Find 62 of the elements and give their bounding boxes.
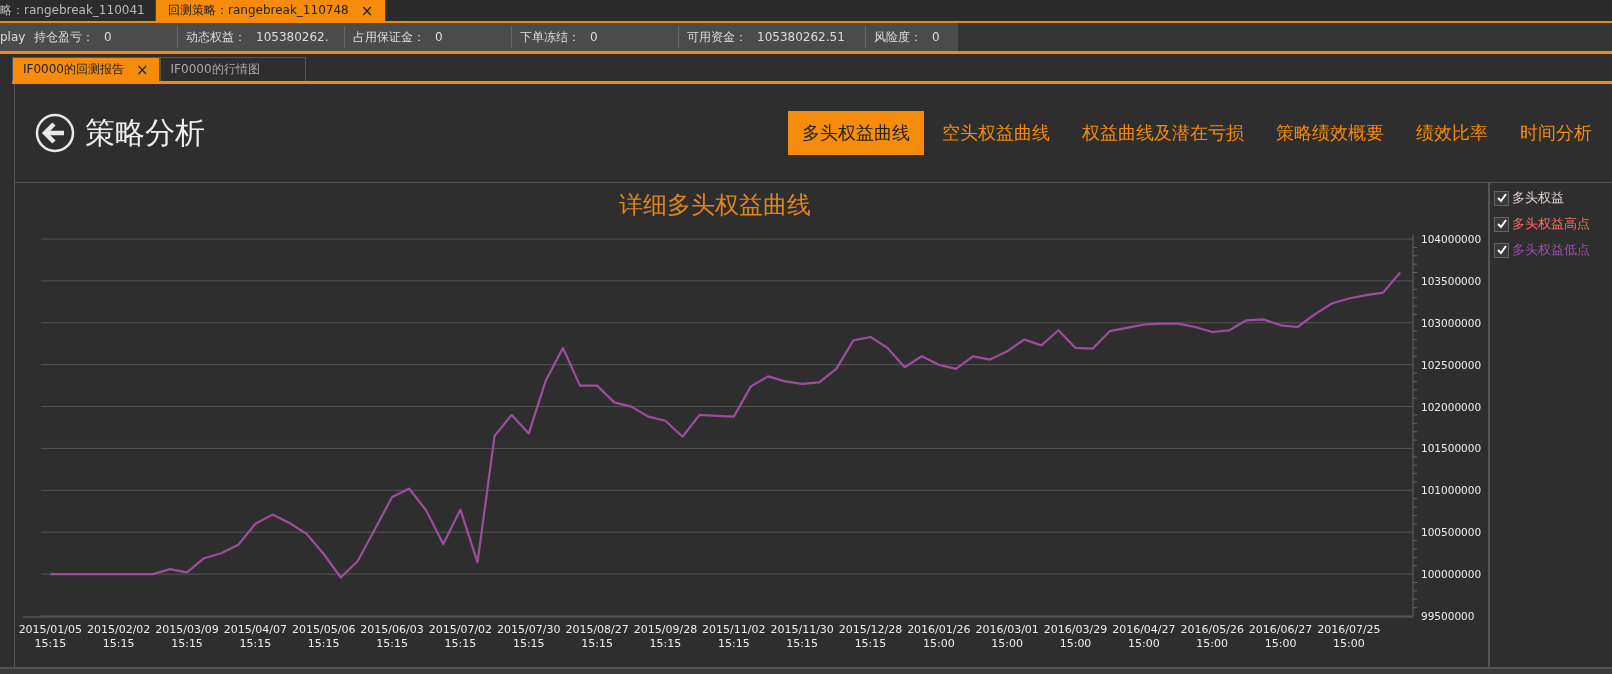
- field-value: 0: [932, 30, 940, 45]
- document-tab[interactable]: IF0000的行情图: [159, 57, 306, 82]
- field-label: 可用资金：: [687, 28, 747, 46]
- x-tick-label: 2015/07/02 15:15: [428, 623, 493, 651]
- analysis-tab[interactable]: 空头权益曲线: [928, 111, 1064, 156]
- x-tick-label: 2015/06/03 15:15: [360, 623, 424, 651]
- x-tick-label: 2016/05/26 15:00: [1180, 623, 1244, 651]
- y-tick-label: 101500000: [1421, 442, 1482, 455]
- page-title: 策略分析: [85, 113, 205, 152]
- field-label: 持仓盈亏：: [34, 28, 94, 46]
- checkbox[interactable]: [1494, 242, 1509, 258]
- x-tick-label: 2016/01/26 15:00: [907, 623, 971, 651]
- x-tick-label: 2015/02/02 15:15: [87, 623, 151, 651]
- x-tick-label: 2016/06/27 15:00: [1248, 623, 1313, 651]
- window-tab[interactable]: 回测策略：rangebreak_110748 ×: [156, 0, 387, 22]
- field-value: 105380262.51: [757, 30, 845, 45]
- x-tick-label: 2016/03/29 15:00: [1043, 623, 1108, 651]
- field-value: 0: [104, 30, 112, 45]
- x-tick-label: 2015/09/28 15:15: [633, 623, 698, 651]
- x-tick-label: 2015/08/27 15:15: [565, 623, 629, 651]
- x-tick-label: 2015/03/09 15:15: [155, 623, 219, 651]
- document-tab[interactable]: IF0000的回测报告 ×: [12, 57, 160, 82]
- y-tick-label: 99500000: [1421, 610, 1475, 623]
- analysis-tab[interactable]: 时间分析: [1506, 111, 1606, 156]
- analysis-tab[interactable]: 权益曲线及潜在亏损: [1068, 111, 1258, 156]
- analysis-tab[interactable]: 策略绩效概要: [1262, 111, 1398, 156]
- close-icon[interactable]: ×: [360, 1, 374, 20]
- y-tick-label: 102500000: [1421, 358, 1482, 371]
- x-tick-label: 2016/04/27 15:00: [1112, 623, 1176, 651]
- x-tick-label: 2015/01/05 15:15: [18, 623, 83, 651]
- x-tick-label: 2015/07/30 15:15: [497, 623, 561, 651]
- field-value: 0: [435, 30, 443, 45]
- field-label: 风险度：: [874, 28, 922, 46]
- y-tick-label: 100000000: [1421, 568, 1482, 581]
- chart-title: 详细多头权益曲线: [619, 191, 811, 220]
- analysis-tab[interactable]: 绩效比率: [1402, 111, 1502, 156]
- x-tick-label: 2015/11/30 15:15: [770, 623, 834, 651]
- legend-label: 多头权益: [1512, 189, 1564, 208]
- x-tick-label: 2015/04/07 15:15: [223, 623, 288, 651]
- y-tick-label: 103500000: [1421, 275, 1482, 288]
- legend-label: 多头权益低点: [1512, 241, 1590, 260]
- y-tick-label: 104000000: [1421, 233, 1482, 246]
- x-tick-label: 2015/12/28 15:15: [838, 623, 903, 651]
- field-value: 0: [590, 30, 598, 45]
- y-tick-label: 100500000: [1421, 526, 1482, 539]
- field-label: play: [0, 30, 26, 45]
- analysis-tab[interactable]: 多头权益曲线: [788, 111, 924, 156]
- x-tick-label: 2015/05/06 15:15: [292, 623, 356, 651]
- field-label: 占用保证金：: [353, 28, 425, 46]
- y-tick-label: 102000000: [1421, 400, 1482, 413]
- field-label: 下单冻结：: [520, 28, 580, 46]
- y-tick-label: 101000000: [1421, 484, 1482, 497]
- checkbox[interactable]: [1494, 190, 1509, 206]
- field-value: 105380262.: [256, 30, 329, 45]
- x-tick-label: 2015/11/02 15:15: [702, 623, 766, 651]
- x-tick-label: 2016/03/01 15:00: [975, 623, 1039, 651]
- legend-label: 多头权益高点: [1512, 215, 1590, 234]
- field-label: 动态权益：: [186, 28, 246, 46]
- y-tick-label: 103000000: [1421, 317, 1482, 330]
- x-tick-label: 2016/07/25 15:00: [1317, 623, 1381, 651]
- close-icon[interactable]: ×: [136, 60, 149, 79]
- checkbox[interactable]: [1494, 216, 1509, 232]
